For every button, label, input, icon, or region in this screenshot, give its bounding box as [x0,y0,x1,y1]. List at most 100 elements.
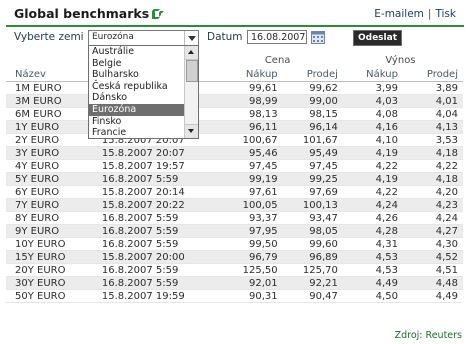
cell-name: 4Y EURO [6,159,92,173]
cell-yield-ask: 4,01 [397,94,463,108]
cell-yield-ask: 4,23 [397,198,463,212]
cell-bid: 99,50 [217,237,278,251]
cell-ask: 99,25 [277,172,338,186]
scroll-up-icon[interactable] [185,46,198,60]
cell-yield-ask: 4,24 [397,211,463,225]
dropdown-scrollbar[interactable] [184,46,198,138]
cell-name: 5Y EURO [6,172,92,186]
table-row: 8Y EURO 16.8.2007 5:59 93,37 93,47 4,26 4,24 [6,211,463,225]
table-row: 10Y EURO 16.8.2007 5:59 99,50 99,60 4,31 4,30 [6,237,463,251]
cell-ask: 96,89 [277,250,338,264]
cell-name: 30Y EURO [6,276,92,290]
cell-name: 8Y EURO [6,211,92,225]
cell-bid: 99,19 [217,172,278,186]
cell-name: 3Y EURO [6,146,92,160]
table-row: 7Y EURO 15.8.2007 20:22 100,05 100,13 4,24 4,… [6,198,463,212]
page-header: Global benchmarks E-mailem | Tisk [6,3,464,27]
cell-name: 50Y EURO [6,289,92,303]
cell-yield-bid: 4,24 [337,198,398,212]
print-link[interactable]: Tisk [435,8,456,20]
zone-select[interactable]: Eurozóna [88,30,199,46]
cell-ask: 98,15 [277,107,338,121]
cell-yield-bid: 4,50 [337,289,398,303]
table-row: 20Y EURO 16.8.2007 5:59 125,50 125,70 4,53 4,… [6,263,463,277]
zone-dropdown-list[interactable]: Austrálie Belgie Bulharsko Česká republika D… [88,45,199,139]
cell-ask: 99,60 [277,237,338,251]
cell-yield-ask: 4,52 [397,250,463,264]
cell-time: 15.8.2007 20:22 [91,198,218,212]
cell-name: 3M EURO [6,94,92,108]
cell-ask: 99,00 [277,94,338,108]
cell-bid: 96,79 [217,250,278,264]
cell-bid: 98,99 [217,94,278,108]
cell-yield-bid: 4,53 [337,263,398,277]
date-label: Datum [207,31,243,43]
column-header-yield-bid: Nákup [337,67,398,82]
cell-name: 7Y EURO [6,198,92,212]
date-input[interactable]: 16.08.2007 [247,30,307,44]
column-header-yield-ask: Prodej [397,67,463,82]
cell-name: 2Y EURO [6,133,92,147]
cell-ask: 90,47 [277,289,338,303]
cell-time: 16.8.2007 5:59 [91,211,218,225]
table-row: 30Y EURO 16.8.2007 5:59 92,01 92,21 4,49 4,48 [6,276,463,290]
dropdown-option[interactable]: Bulharsko [89,69,198,81]
cell-yield-bid: 4,08 [337,107,398,121]
scroll-thumb[interactable] [186,60,198,82]
cell-yield-ask: 3,53 [397,133,463,147]
dropdown-option[interactable]: Eurozóna [89,103,198,116]
table-row: 50Y EURO 15.8.2007 19:59 90,31 90,47 4,50 4,4… [6,289,463,303]
cell-yield-bid: 4,53 [337,250,398,264]
email-link[interactable]: E-mailem [374,8,424,20]
cell-yield-bid: 4,19 [337,146,398,160]
cell-name: 6M EURO [6,107,92,121]
table-row: 5Y EURO 16.8.2007 5:59 99,19 99,25 4,19 4,18 [6,172,463,186]
cell-yield-ask: 4,13 [397,120,463,134]
cell-ask: 95,49 [277,146,338,160]
source-note: Zdroj: Reuters [394,330,462,341]
submit-button[interactable]: Odeslat [353,30,402,46]
cell-ask: 100,13 [277,198,338,212]
zone-select-value: Eurozóna [92,32,134,42]
cell-bid: 97,61 [217,185,278,199]
cell-ask: 101,67 [277,133,338,147]
cell-time: 15.8.2007 19:57 [91,159,218,173]
table-row: 6Y EURO 15.8.2007 20:14 97,61 97,69 4,22 4,20 [6,185,463,199]
table-row: 1Y EURO 96,11 96,14 4,16 4,13 [6,120,463,134]
cell-yield-bid: 4,26 [337,211,398,225]
cell-bid: 99,61 [217,81,278,95]
cell-yield-bid: 4,22 [337,185,398,199]
cell-name: 9Y EURO [6,224,92,238]
dropdown-option[interactable]: Finsko [89,116,198,128]
table-row: 6M EURO 98,13 98,15 4,08 4,04 [6,107,463,121]
cell-yield-bid: 4,22 [337,159,398,173]
page-title: Global benchmarks [14,6,150,21]
cell-ask: 98,05 [277,224,338,238]
cell-bid: 98,13 [217,107,278,121]
cell-yield-bid: 4,19 [337,172,398,186]
dropdown-option[interactable]: Austrálie [89,46,198,58]
dropdown-option[interactable]: Dánsko [89,92,198,104]
yield-group-header: Výnos [385,54,416,66]
price-group-header: Cena [264,54,291,66]
cell-name: 10Y EURO [6,237,92,251]
cell-yield-bid: 4,49 [337,276,398,290]
calendar-icon[interactable] [311,31,325,44]
column-header-bid: Nákup [217,67,278,82]
chevron-down-icon[interactable] [184,31,198,45]
table-body: 1M EURO 99,61 99,62 3,99 3,89 3M EURO 98,99 99,… [6,81,463,303]
cell-yield-ask: 4,04 [397,107,463,121]
dropdown-option[interactable]: Francie [89,127,198,138]
cell-bid: 90,31 [217,289,278,303]
scroll-down-icon[interactable] [185,124,198,138]
cell-bid: 125,50 [217,263,278,277]
dropdown-option[interactable]: Belgie [89,58,198,70]
cell-yield-ask: 4,18 [397,146,463,160]
cell-yield-bid: 4,31 [337,237,398,251]
cell-time: 15.8.2007 19:59 [91,289,218,303]
cell-bid: 93,37 [217,211,278,225]
table-row: 3M EURO 98,99 99,00 4,03 4,01 [6,94,463,108]
zone-label: Vyberte zemi [14,31,84,43]
dropdown-option[interactable]: Česká republika [89,81,198,93]
cell-ask: 96,14 [277,120,338,134]
